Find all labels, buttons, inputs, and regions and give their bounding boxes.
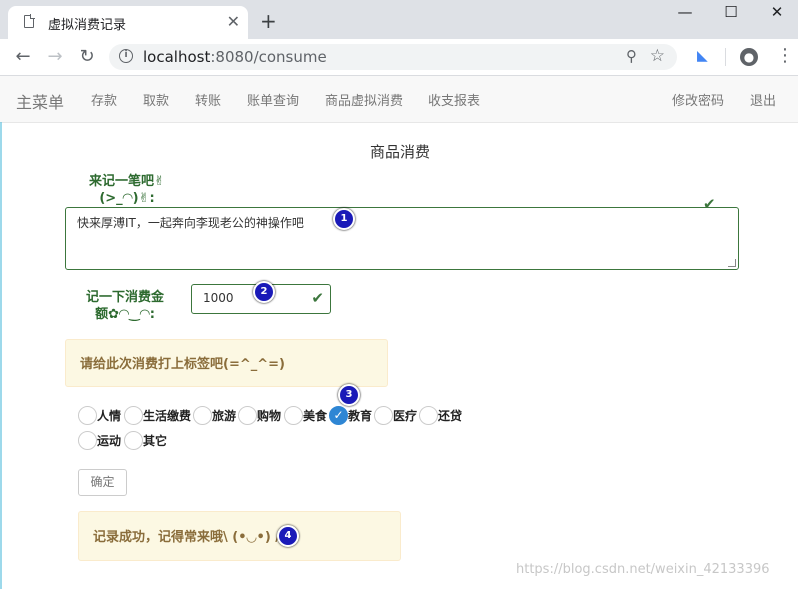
info-icon[interactable]: i <box>119 49 133 63</box>
note-textarea[interactable]: 快来厚溥IT，一起奔向李现老公的神操作吧 <box>65 207 739 270</box>
nav-logout[interactable]: 退出 <box>750 90 776 109</box>
radio-other[interactable] <box>124 431 143 450</box>
radio-label: 教育 <box>348 409 373 423</box>
amount-value: 1000 <box>203 291 234 305</box>
address-bar[interactable]: i localhost:8080/consume ⚲ ☆ <box>109 44 677 70</box>
annotation-badge-2: 2 <box>253 281 275 303</box>
nav-withdraw[interactable]: 取款 <box>143 90 169 109</box>
radio-travel[interactable] <box>193 406 212 425</box>
new-tab-icon[interactable]: + <box>260 9 277 33</box>
minimize-icon[interactable]: — <box>662 0 708 28</box>
nav-transfer[interactable]: 转账 <box>195 90 221 109</box>
nav-report[interactable]: 收支报表 <box>428 90 480 109</box>
tab-title: 虚拟消费记录 <box>48 18 127 33</box>
nav-virtual-consume[interactable]: 商品虚拟消费 <box>325 90 403 109</box>
radio-label: 人情 <box>97 409 122 423</box>
browser-tab[interactable]: 虚拟消费记录 ✕ <box>8 6 248 39</box>
annotation-badge-3: 3 <box>338 384 360 406</box>
radio-label: 还贷 <box>438 409 463 423</box>
document-icon <box>24 14 35 28</box>
forward-icon[interactable]: → <box>43 45 67 69</box>
window-close-icon[interactable]: ✕ <box>754 0 798 28</box>
radio-food[interactable] <box>284 406 303 425</box>
reload-icon[interactable]: ↻ <box>75 45 99 69</box>
radio-label: 其它 <box>143 434 168 448</box>
browser-tab-strip: 虚拟消费记录 ✕ + — ☐ ✕ <box>0 0 798 39</box>
maximize-icon[interactable]: ☐ <box>708 0 754 28</box>
back-icon[interactable]: ← <box>11 45 35 69</box>
watermark: https://blog.csdn.net/weixin_42133396 <box>516 562 770 577</box>
left-accent-line <box>0 122 2 589</box>
amount-label: 记一下消费金 额✿◠‿◠: <box>85 290 164 322</box>
note-value: 快来厚溥IT，一起奔向李现老公的神操作吧 <box>77 216 304 230</box>
note-label: 来记一笔吧✌ (>_◠)✌: <box>89 174 165 206</box>
navbar-brand[interactable]: 主菜单 <box>16 89 64 113</box>
radio-utilities[interactable] <box>124 406 143 425</box>
radio-sports[interactable] <box>78 431 97 450</box>
resize-grip-icon[interactable] <box>728 259 736 267</box>
amount-valid-check-icon: ✔ <box>311 289 324 307</box>
radio-label: 医疗 <box>393 409 418 423</box>
tab-close-icon[interactable]: ✕ <box>227 12 240 31</box>
radio-label: 购物 <box>257 409 282 423</box>
success-alert: 记录成功，记得常来哦\ (•◡•) / <box>78 511 401 561</box>
page-title: 商品消费 <box>370 143 431 161</box>
star-icon[interactable]: ☆ <box>650 46 665 66</box>
nav-bill-query[interactable]: 账单查询 <box>247 90 299 109</box>
url-text: localhost:8080/consume <box>143 48 327 66</box>
nav-change-password[interactable]: 修改密码 <box>672 90 724 109</box>
radio-education-checked-icon[interactable]: ✓ <box>329 406 348 425</box>
annotation-badge-4: 4 <box>277 525 299 547</box>
main-navbar: 主菜单 存款 取款 转账 账单查询 商品虚拟消费 收支报表 修改密码 退出 <box>0 76 798 123</box>
radio-label: 美食 <box>303 409 328 423</box>
radio-label: 运动 <box>97 434 122 448</box>
submit-button[interactable]: 确定 <box>78 469 127 496</box>
extension-icon[interactable]: ◣ <box>697 48 708 64</box>
radio-label: 旅游 <box>212 409 237 423</box>
radio-medical[interactable] <box>374 406 393 425</box>
browser-toolbar: ← → ↻ i localhost:8080/consume ⚲ ☆ <box>0 39 798 76</box>
account-icon[interactable]: ● <box>740 48 758 66</box>
tag-alert: 请给此次消费打上标签吧(=^_^=) <box>65 339 388 387</box>
radio-label: 生活缴费 <box>143 409 192 423</box>
radio-shopping[interactable] <box>238 406 257 425</box>
toolbar-divider <box>725 48 726 66</box>
annotation-badge-1: 1 <box>333 208 355 230</box>
radio-loan[interactable] <box>419 406 438 425</box>
menu-icon[interactable]: ⋮ <box>776 45 794 66</box>
zoom-icon[interactable]: ⚲ <box>626 47 637 65</box>
radio-renqing[interactable] <box>78 406 97 425</box>
nav-deposit[interactable]: 存款 <box>91 90 117 109</box>
